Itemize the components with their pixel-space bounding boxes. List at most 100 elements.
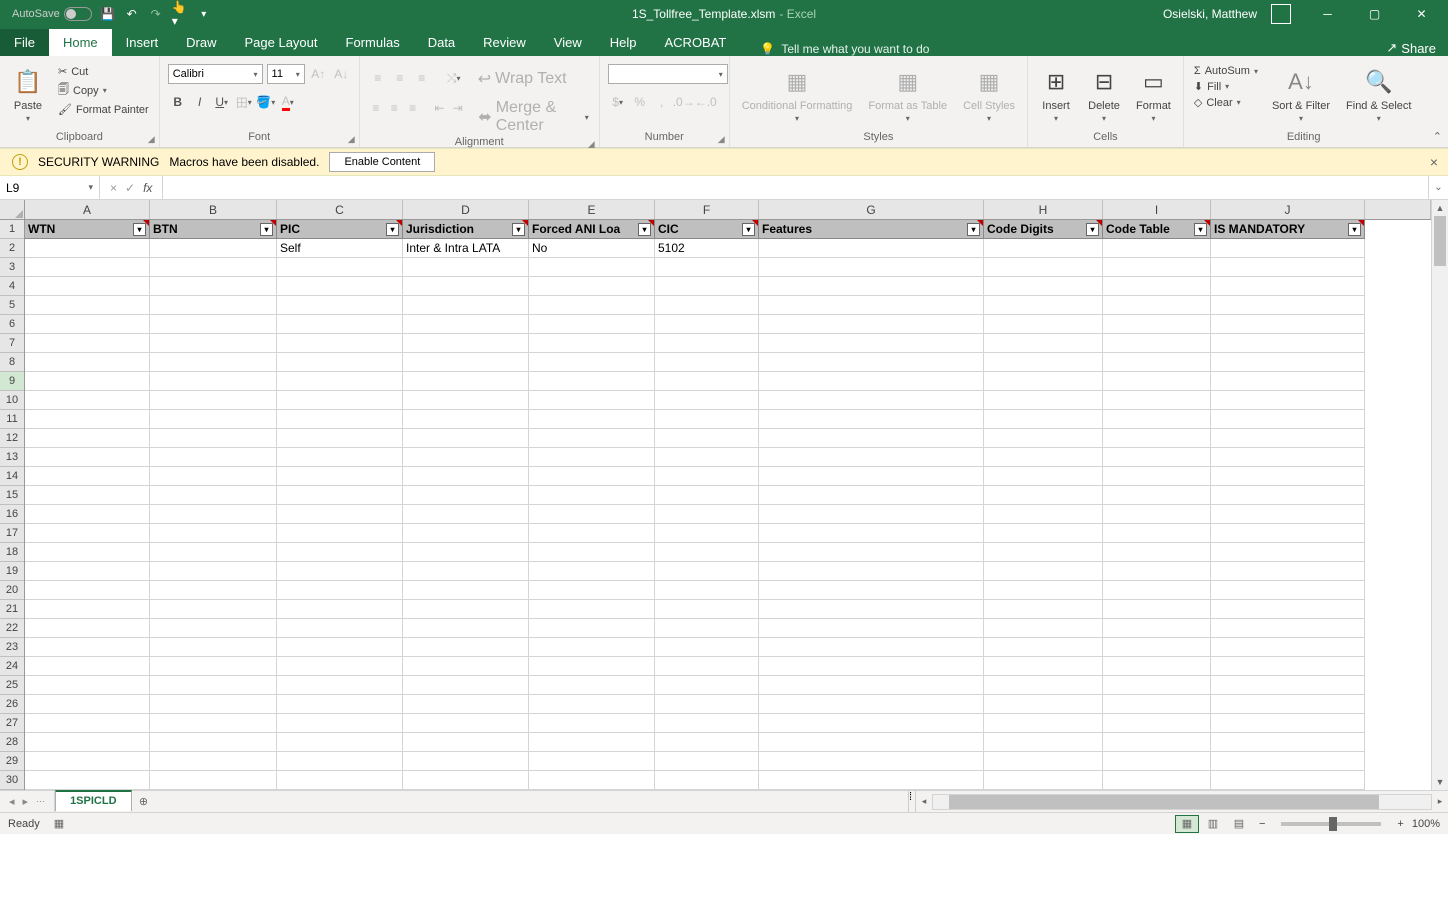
row-header-17[interactable]: 17 [0,524,24,543]
cell-I10[interactable] [1103,391,1211,410]
clear-button[interactable]: ◇Clear ▾ [1192,95,1260,110]
cell-J23[interactable] [1211,638,1365,657]
cell-E16[interactable] [529,505,655,524]
cell-E19[interactable] [529,562,655,581]
row-header-20[interactable]: 20 [0,581,24,600]
scroll-up-icon[interactable]: ▲ [1432,200,1448,216]
cell-I8[interactable] [1103,353,1211,372]
sort-filter-button[interactable]: A↓Sort & Filter▾ [1268,64,1334,125]
cell-I28[interactable] [1103,733,1211,752]
cell-D21[interactable] [403,600,529,619]
cell-styles-button[interactable]: ▦Cell Styles▾ [959,64,1019,125]
row-header-29[interactable]: 29 [0,752,24,771]
cell-F29[interactable] [655,752,759,771]
increase-decimal-icon[interactable]: .0→ [674,92,694,112]
cell-C25[interactable] [277,676,403,695]
sheet-nav-menu-icon[interactable]: ⋯ [33,796,48,807]
cell-D27[interactable] [403,714,529,733]
cell-A1[interactable]: WTN▾ [25,220,150,239]
tab-data[interactable]: Data [414,29,469,56]
row-header-11[interactable]: 11 [0,410,24,429]
cell-B21[interactable] [150,600,277,619]
cell-H12[interactable] [984,429,1103,448]
find-select-button[interactable]: 🔍Find & Select▾ [1342,64,1415,125]
cell-F30[interactable] [655,771,759,790]
row-header-28[interactable]: 28 [0,733,24,752]
cell-I11[interactable] [1103,410,1211,429]
select-all-button[interactable] [0,200,25,220]
merge-center-button[interactable]: ⬌Merge & Center ▾ [476,98,590,136]
tab-file[interactable]: File [0,29,49,56]
cell-E23[interactable] [529,638,655,657]
cell-I6[interactable] [1103,315,1211,334]
cell-J1[interactable]: IS MANDATORY▾ [1211,220,1365,239]
cell-F9[interactable] [655,372,759,391]
cell-F24[interactable] [655,657,759,676]
cell-I19[interactable] [1103,562,1211,581]
cell-J3[interactable] [1211,258,1365,277]
autosum-button[interactable]: ΣAutoSum ▾ [1192,64,1260,78]
cell-A16[interactable] [25,505,150,524]
page-break-view-button[interactable]: ▤ [1227,815,1251,833]
cell-A8[interactable] [25,353,150,372]
cell-J19[interactable] [1211,562,1365,581]
cell-J7[interactable] [1211,334,1365,353]
cell-F4[interactable] [655,277,759,296]
row-header-22[interactable]: 22 [0,619,24,638]
row-header-23[interactable]: 23 [0,638,24,657]
cell-G11[interactable] [759,410,984,429]
cell-G14[interactable] [759,467,984,486]
vertical-scrollbar[interactable]: ▲ ▼ [1431,200,1448,790]
row-header-13[interactable]: 13 [0,448,24,467]
row-header-30[interactable]: 30 [0,771,24,790]
cell-G3[interactable] [759,258,984,277]
cell-I26[interactable] [1103,695,1211,714]
cell-D19[interactable] [403,562,529,581]
cell-G9[interactable] [759,372,984,391]
cell-E12[interactable] [529,429,655,448]
cell-B19[interactable] [150,562,277,581]
cell-F1[interactable]: CIC▾ [655,220,759,239]
cell-G21[interactable] [759,600,984,619]
cell-C21[interactable] [277,600,403,619]
cell-D11[interactable] [403,410,529,429]
cell-H16[interactable] [984,505,1103,524]
cell-H11[interactable] [984,410,1103,429]
redo-icon[interactable]: ↷ [148,6,164,22]
cell-G27[interactable] [759,714,984,733]
cell-A6[interactable] [25,315,150,334]
cell-A2[interactable] [25,239,150,258]
tab-acrobat[interactable]: ACROBAT [651,29,741,56]
font-name-select[interactable]: Calibri▾ [168,64,263,84]
format-painter-button[interactable]: 🖌Format Painter [56,102,151,117]
minimize-button[interactable]: ─ [1305,0,1350,28]
cell-H20[interactable] [984,581,1103,600]
cell-B25[interactable] [150,676,277,695]
cell-C12[interactable] [277,429,403,448]
cell-G2[interactable] [759,239,984,258]
cell-E24[interactable] [529,657,655,676]
number-format-select[interactable]: ▾ [608,64,728,84]
cell-D22[interactable] [403,619,529,638]
fill-button[interactable]: ⬇Fill ▾ [1192,79,1260,94]
cell-C6[interactable] [277,315,403,334]
cell-E11[interactable] [529,410,655,429]
cell-G7[interactable] [759,334,984,353]
cell-J9[interactable] [1211,372,1365,391]
cell-G29[interactable] [759,752,984,771]
wrap-text-button[interactable]: ↩Wrap Text [476,68,569,90]
borders-button[interactable]: 田▾ [234,92,254,112]
zoom-level[interactable]: 100% [1412,818,1440,830]
delete-cells-button[interactable]: ⊟Delete▾ [1084,64,1124,125]
cell-H5[interactable] [984,296,1103,315]
cell-D25[interactable] [403,676,529,695]
cell-D10[interactable] [403,391,529,410]
cell-G10[interactable] [759,391,984,410]
cell-D3[interactable] [403,258,529,277]
cell-E3[interactable] [529,258,655,277]
cell-F2[interactable]: 5102 [655,239,759,258]
cell-H2[interactable] [984,239,1103,258]
cell-H4[interactable] [984,277,1103,296]
tab-help[interactable]: Help [596,29,651,56]
cell-A28[interactable] [25,733,150,752]
